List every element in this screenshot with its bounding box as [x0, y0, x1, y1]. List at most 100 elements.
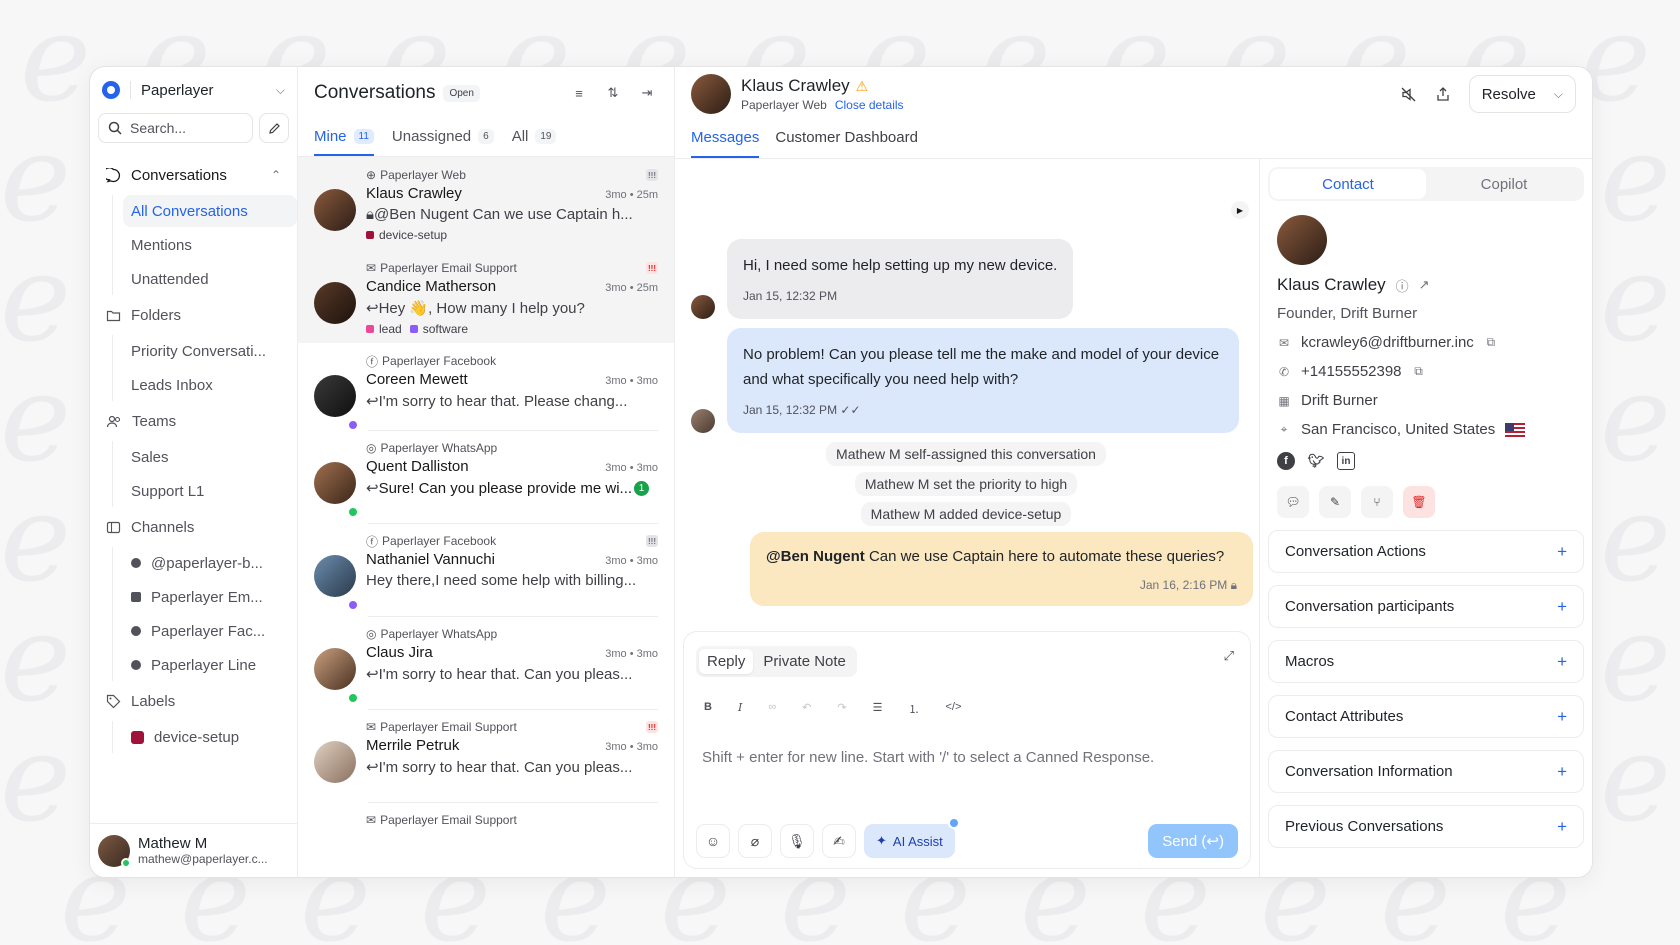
send-button[interactable]: Send (↩) — [1148, 824, 1238, 858]
reply-input[interactable]: Shift + enter for new line. Start with '… — [702, 749, 1238, 766]
sidebar-item-team[interactable]: Support L1 — [123, 475, 297, 507]
twitter-icon[interactable]: 🐦︎ — [1307, 452, 1325, 470]
inbox-name: Paperlayer WhatsApp — [380, 627, 498, 641]
chevron-down-icon[interactable]: ⌵ — [1554, 87, 1563, 102]
emoji-icon[interactable]: ☺ — [696, 824, 730, 858]
sidebar-item-unattended[interactable]: Unattended — [123, 263, 297, 295]
sidebar-item-folder[interactable]: Leads Inbox — [123, 369, 297, 401]
accordion-conversation-actions[interactable]: Conversation Actions + — [1268, 530, 1584, 573]
list-item[interactable]: ⓕ Paperlayer Facebook!!! Nathaniel Vannuc… — [298, 523, 674, 616]
contact-email[interactable]: kcrawley6@driftburner.inc — [1301, 334, 1474, 351]
plus-icon: + — [1557, 761, 1567, 781]
accordion-conversation-participants[interactable]: Conversation participants + — [1268, 585, 1584, 628]
facebook-icon[interactable]: f — [1277, 452, 1295, 470]
resolve-button[interactable]: Resolve ⌵ — [1468, 75, 1576, 113]
numbered-list-icon[interactable]: ⒈ — [908, 701, 919, 717]
workspace-switcher[interactable]: Paperlayer ⌵ — [90, 67, 297, 113]
tab-customer-dashboard[interactable]: Customer Dashboard — [775, 129, 918, 158]
tab-copilot[interactable]: Copilot — [1426, 169, 1582, 199]
current-user[interactable]: Mathew M mathew@paperlayer.c... — [90, 823, 297, 877]
sidebar-item-all-conversations[interactable]: All Conversations — [123, 195, 297, 227]
share-icon[interactable] — [1435, 86, 1451, 102]
note-time: Jan 16, 2:16 PM — [1139, 578, 1228, 592]
priority-badge: !!! — [646, 262, 658, 274]
microphone-icon[interactable]: 🎙︎ — [780, 824, 814, 858]
merge-icon[interactable]: ⑂ — [1361, 486, 1393, 518]
nav-group-conversations[interactable]: Conversations ⌃ — [90, 157, 297, 193]
list-item[interactable]: ◎ Paperlayer WhatsApp Quent Dalliston 3mo … — [298, 430, 674, 523]
list-item[interactable]: ✉ Paperlayer Email Support!!! Merrile Pet… — [298, 709, 674, 802]
panel-toggle-icon[interactable]: ▶ — [1231, 201, 1249, 219]
italic-icon[interactable]: I — [738, 701, 742, 717]
tag-label: software — [422, 322, 469, 336]
info-icon[interactable]: ⓘ — [1396, 276, 1409, 295]
sidebar-item-folder[interactable]: Priority Conversati... — [123, 335, 297, 367]
code-icon[interactable]: </> — [945, 701, 961, 717]
search-input[interactable]: Search... — [98, 113, 253, 143]
channel-label: @paperlayer-b... — [151, 554, 263, 572]
us-flag-icon — [1505, 422, 1526, 437]
ai-assist-button[interactable]: ✦ AI Assist — [864, 817, 960, 858]
bold-icon[interactable]: B — [704, 701, 712, 717]
close-details-link[interactable]: Close details — [835, 98, 904, 112]
sidebar-item-channel[interactable]: Paperlayer Fac... — [123, 615, 297, 647]
list-item[interactable]: ⊕ Paperlayer Web!!! Klaus Crawley 3mo • 25… — [298, 157, 674, 250]
nav-group-channels[interactable]: Channels — [90, 509, 297, 545]
accordion-label: Conversation participants — [1285, 598, 1455, 615]
inbox-name: Paperlayer Email Support — [380, 813, 517, 827]
copy-icon[interactable]: ⧉ — [1412, 364, 1426, 379]
accordion-conversation-information[interactable]: Conversation Information + — [1268, 750, 1584, 793]
conversation-items: ⊕ Paperlayer Web!!! Klaus Crawley 3mo • 25… — [298, 157, 674, 877]
filter-icon[interactable]: ≡ — [568, 82, 590, 104]
external-link-icon[interactable]: ↗ — [1419, 277, 1430, 293]
tab-mine[interactable]: Mine 11 — [314, 128, 374, 156]
copy-icon[interactable]: ⧉ — [1484, 335, 1498, 350]
channel-label: Paperlayer Fac... — [151, 622, 266, 640]
list-item[interactable]: ✉ Paperlayer Email Support!!! Candice Mat… — [298, 250, 674, 343]
message-time: Jan 15, 12:32 PM — [743, 289, 838, 303]
attachment-icon[interactable]: ⌀ — [738, 824, 772, 858]
nav-group-teams[interactable]: Teams — [90, 403, 297, 439]
sidebar-item-label[interactable]: device-setup — [123, 721, 297, 753]
undo-icon[interactable]: ↶ — [802, 701, 811, 717]
nav-group-folders[interactable]: Folders — [90, 297, 297, 333]
channel-label: Paperlayer Line — [151, 656, 257, 674]
nav-group-label: Labels — [131, 692, 176, 710]
linkedin-icon[interactable]: in — [1337, 452, 1355, 470]
label-color-swatch — [366, 231, 374, 239]
sort-icon[interactable]: ⇅ — [602, 82, 624, 104]
bullet-list-icon[interactable]: ☰ — [873, 701, 883, 717]
sidebar-item-channel[interactable]: Paperlayer Line — [123, 649, 297, 681]
mute-icon[interactable] — [1400, 86, 1417, 103]
tab-contact[interactable]: Contact — [1270, 169, 1426, 199]
compose-button[interactable] — [259, 113, 289, 143]
signature-icon[interactable]: ✍︎ — [822, 824, 856, 858]
status-badge[interactable]: Open — [443, 84, 480, 102]
tab-all[interactable]: All 19 — [512, 128, 557, 156]
label-color-swatch — [366, 325, 374, 333]
accordion-previous-conversations[interactable]: Previous Conversations + — [1268, 805, 1584, 848]
contact-phone[interactable]: +14155552398 — [1301, 363, 1402, 380]
delete-icon[interactable]: 🗑︎ — [1403, 486, 1435, 518]
reply-mode-button[interactable]: Reply — [699, 649, 754, 674]
accordion-contact-attributes[interactable]: Contact Attributes + — [1268, 695, 1584, 738]
contact-name: Klaus Crawley — [366, 185, 462, 202]
sidebar-item-mentions[interactable]: Mentions — [123, 229, 297, 261]
edit-icon[interactable]: ✎ — [1319, 486, 1351, 518]
sidebar-item-channel[interactable]: @paperlayer-b... — [123, 547, 297, 579]
expand-icon[interactable]: ⤢ — [1224, 648, 1234, 664]
tab-messages[interactable]: Messages — [691, 129, 760, 158]
tab-unassigned[interactable]: Unassigned 6 — [392, 128, 494, 156]
list-item[interactable]: ⓕ Paperlayer Facebook Coreen Mewett 3mo • … — [298, 343, 674, 431]
collapse-icon[interactable]: ⇥ — [636, 82, 658, 104]
redo-icon[interactable]: ↷ — [837, 701, 846, 717]
sidebar-item-channel[interactable]: Paperlayer Em... — [123, 581, 297, 613]
private-note-mode-button[interactable]: Private Note — [755, 649, 854, 674]
message-icon[interactable]: 💬︎ — [1277, 486, 1309, 518]
sidebar-item-team[interactable]: Sales — [123, 441, 297, 473]
list-item[interactable]: ✉ Paperlayer Email Support — [298, 802, 674, 877]
accordion-macros[interactable]: Macros + — [1268, 640, 1584, 683]
nav-group-labels[interactable]: Labels — [90, 683, 297, 719]
link-icon[interactable]: ∞ — [768, 701, 776, 717]
list-item[interactable]: ◎ Paperlayer WhatsApp Claus Jira 3mo • 3mo… — [298, 616, 674, 709]
